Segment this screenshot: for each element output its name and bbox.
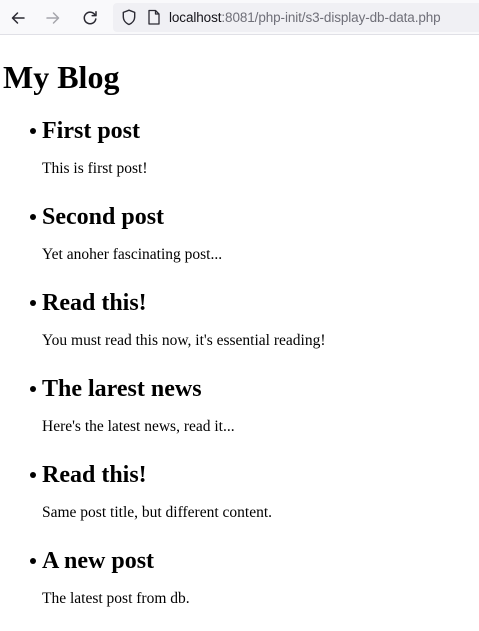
back-button[interactable] <box>5 5 31 31</box>
post-title: Second post <box>42 204 165 230</box>
bullet-icon <box>30 128 36 134</box>
bullet-icon <box>30 214 36 220</box>
bullet-icon <box>30 472 36 478</box>
post-body: You must read this now, it's essential r… <box>42 332 326 349</box>
post-body: Here's the latest news, read it... <box>42 418 235 435</box>
bullet-icon <box>30 386 36 392</box>
post-body: The latest post from db. <box>42 590 190 607</box>
bullet-icon <box>30 300 36 306</box>
reload-button[interactable] <box>77 5 103 31</box>
arrow-left-icon <box>11 12 25 24</box>
shield-icon[interactable] <box>121 9 137 31</box>
address-bar[interactable]: localhost:8081/php-init/s3-display-db-da… <box>113 3 479 32</box>
post-title: Read this! <box>42 462 147 488</box>
post-body: Same post title, but different content. <box>42 504 273 521</box>
page-content: My Blog First post This is first post! S… <box>0 35 479 615</box>
reload-icon <box>83 11 97 25</box>
browser-toolbar: localhost:8081/php-init/s3-display-db-da… <box>0 0 479 35</box>
post-title: First post <box>42 118 140 144</box>
post-body: Yet anoher fascinating post... <box>42 246 223 263</box>
post-body: This is first post! <box>42 160 148 177</box>
arrow-right-icon <box>46 12 60 24</box>
page-title: My Blog <box>3 59 120 95</box>
forward-button[interactable] <box>40 5 66 31</box>
page-icon[interactable] <box>147 9 161 31</box>
url-host: localhost <box>169 10 222 25</box>
bullet-icon <box>30 558 36 564</box>
url-text[interactable]: localhost:8081/php-init/s3-display-db-da… <box>169 9 441 26</box>
post-title: Read this! <box>42 290 147 316</box>
url-path: :8081/php-init/s3-display-db-data.php <box>221 10 441 25</box>
post-title: The larest news <box>42 376 202 402</box>
post-title: A new post <box>42 548 155 574</box>
